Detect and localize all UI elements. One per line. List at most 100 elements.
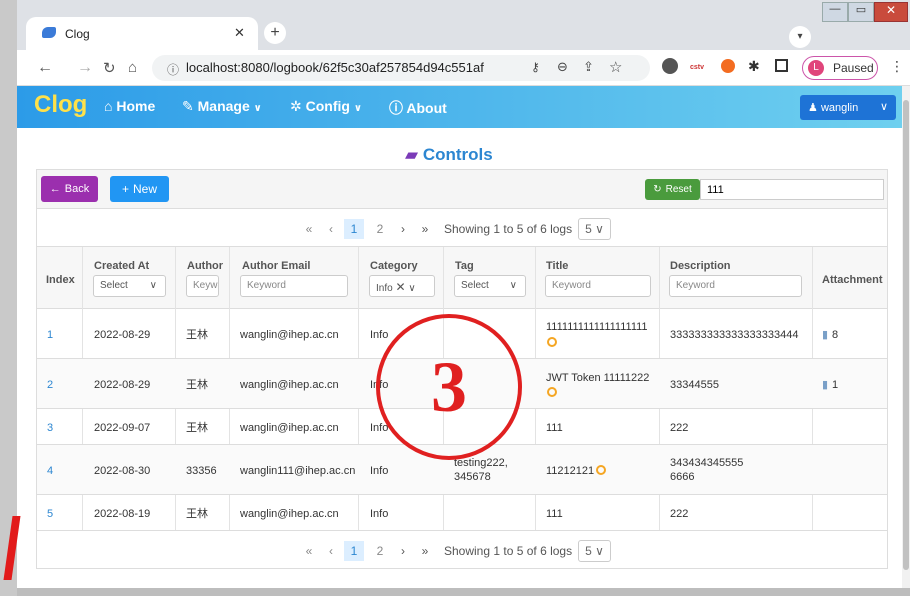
url-text[interactable]: localhost:8080/logbook/62f5c30af257854d9… — [186, 60, 484, 75]
tab-close-icon[interactable]: ✕ — [234, 25, 245, 41]
extension-3-icon[interactable] — [721, 59, 735, 73]
info-icon[interactable]: ⓘ — [167, 61, 179, 78]
global-search-input[interactable] — [700, 179, 884, 200]
paperclip-icon[interactable]: ▮ — [822, 328, 828, 342]
category-filter-select[interactable]: Info ✕ ∨ — [369, 275, 435, 297]
next-page-button[interactable]: › — [396, 222, 410, 236]
key-icon[interactable]: ⚷ — [531, 60, 540, 74]
page-1-button[interactable]: 1 — [344, 541, 364, 561]
tag-filter-value: Select — [461, 280, 489, 291]
row-description: 333333333333333333444 — [670, 329, 799, 341]
last-page-button[interactable]: » — [416, 544, 434, 558]
extension-2-icon[interactable]: cstv — [690, 64, 704, 71]
reset-button[interactable]: ↻ Reset — [645, 179, 700, 200]
info-circle-icon: ⓘ — [389, 100, 403, 116]
home-icon[interactable]: ⌂ — [128, 59, 137, 76]
prev-page-button[interactable]: ‹ — [324, 222, 338, 236]
row-index-link[interactable]: 2 — [47, 378, 53, 392]
minimize-icon[interactable]: — — [822, 2, 848, 22]
next-page-button[interactable]: › — [396, 544, 410, 558]
bottom-edge — [17, 588, 910, 596]
title-filter-input[interactable]: Keyword — [545, 275, 651, 297]
header-created: Created At — [94, 260, 150, 272]
new-button[interactable]: + New — [110, 176, 169, 202]
tab-search-icon[interactable]: ▾ — [789, 26, 811, 48]
clock-icon — [547, 337, 557, 347]
side-panel-icon[interactable] — [775, 59, 788, 72]
page-size-value: 5 — [585, 222, 592, 236]
row-attachment-count[interactable]: 8 — [832, 328, 838, 342]
chevron-down-icon: ∨ — [408, 283, 416, 294]
author-filter-placeholder: Keywo — [193, 280, 218, 291]
forward-nav-icon[interactable]: → — [77, 59, 93, 77]
nav-about[interactable]: ⓘ About — [389, 98, 447, 118]
row-index-link[interactable]: 5 — [47, 507, 53, 521]
nav-home[interactable]: ⌂ Home — [104, 98, 155, 114]
row-index-link[interactable]: 1 — [47, 328, 53, 342]
profile-button[interactable]: L Paused — [802, 56, 878, 80]
home-nav-icon: ⌂ — [104, 98, 113, 114]
row-index-link[interactable]: 3 — [47, 421, 53, 435]
title-filter-placeholder: Keyword — [552, 280, 591, 291]
row-created: 2022-08-19 — [94, 508, 151, 520]
paperclip-icon[interactable]: ▮ — [822, 378, 828, 392]
close-window-icon[interactable]: ✕ — [874, 2, 908, 22]
description-filter-placeholder: Keyword — [676, 280, 715, 291]
nav-config-label: Config — [305, 98, 350, 114]
gear-icon: ✲ — [290, 98, 302, 114]
refresh-icon: ↻ — [653, 184, 662, 195]
zoom-icon[interactable]: ⊖ — [557, 59, 568, 75]
page-size-select[interactable]: 5 ∨ — [578, 218, 611, 240]
clear-icon[interactable]: ✕ — [395, 280, 405, 294]
extensions-puzzle-icon[interactable]: ✱ — [748, 58, 760, 75]
description-filter-input[interactable]: Keyword — [669, 275, 802, 297]
reload-icon[interactable]: ↻ — [103, 59, 116, 77]
row-created: 2022-09-07 — [94, 422, 151, 434]
email-filter-placeholder: Keyword — [247, 280, 286, 291]
first-page-button[interactable]: « — [300, 222, 318, 236]
chevron-down-icon: ∨ — [509, 280, 517, 291]
back-nav-icon[interactable]: ← — [37, 59, 53, 77]
email-filter-input[interactable]: Keyword — [240, 275, 348, 297]
table-row[interactable] — [36, 495, 888, 531]
browser-tab[interactable] — [26, 17, 258, 50]
user-menu-button[interactable]: ♟ wanglin ∨ — [800, 95, 896, 120]
menu-kebab-icon[interactable]: ⋮ — [890, 58, 904, 75]
plus-icon: + — [121, 182, 129, 196]
last-page-button[interactable]: » — [416, 222, 434, 236]
new-label: New — [133, 182, 158, 196]
row-attachment-count[interactable]: 1 — [832, 378, 838, 392]
prev-page-button[interactable]: ‹ — [324, 544, 338, 558]
share-icon[interactable]: ⇪ — [583, 59, 594, 75]
page-size-select[interactable]: 5 ∨ — [578, 540, 611, 562]
tag-filter-select[interactable]: Select ∨ — [454, 275, 526, 297]
maximize-icon[interactable]: ▭ — [848, 2, 874, 22]
nav-config[interactable]: ✲ Config ∨ — [290, 98, 362, 115]
bookmark-star-icon[interactable]: ☆ — [609, 58, 622, 76]
new-tab-icon[interactable]: + — [264, 22, 286, 44]
row-author: 王林 — [186, 329, 208, 341]
page-2-button[interactable]: 2 — [370, 222, 390, 236]
page-2-button[interactable]: 2 — [370, 544, 390, 558]
page-1-button[interactable]: 1 — [344, 219, 364, 239]
row-title: 111 — [546, 422, 563, 434]
clock-icon — [596, 465, 606, 475]
tab-favicon — [42, 27, 56, 38]
extension-1-icon[interactable] — [662, 58, 678, 74]
row-title: 111 — [546, 508, 563, 520]
row-index-link[interactable]: 4 — [47, 464, 53, 478]
app-logo[interactable]: Clog — [34, 91, 87, 119]
row-title: 1111111111111111111 — [546, 321, 648, 333]
back-button[interactable]: ← Back — [41, 176, 98, 202]
row-description: 33344555 — [670, 379, 719, 391]
row-author: 33356 — [186, 465, 217, 477]
created-filter-select[interactable]: Select ∨ — [93, 275, 166, 297]
nav-home-label: Home — [116, 98, 156, 114]
page-size-value: 5 — [585, 544, 592, 558]
nav-manage[interactable]: ✎ Manage ∨ — [182, 98, 262, 115]
row-category: Info — [370, 329, 389, 341]
author-filter-input[interactable]: Keywo — [186, 275, 219, 297]
book-icon: ▰ — [405, 145, 419, 164]
scrollbar-thumb[interactable] — [903, 100, 909, 570]
first-page-button[interactable]: « — [300, 544, 318, 558]
